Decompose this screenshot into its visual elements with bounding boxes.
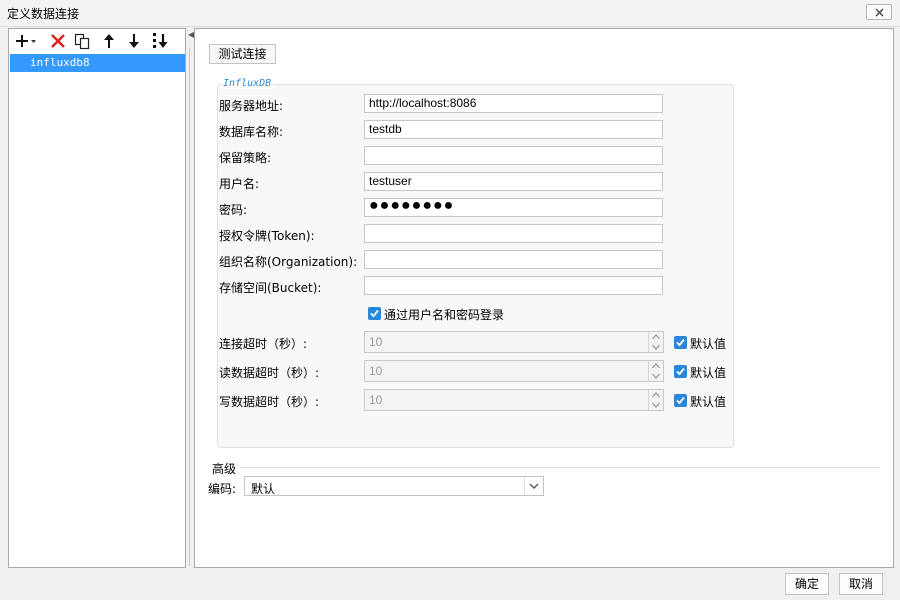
spinner-buttons: [648, 332, 663, 352]
chevron-down-icon: [529, 483, 539, 489]
server-label: 服务器地址:: [219, 99, 284, 113]
bucket-input[interactable]: [364, 276, 663, 295]
read-timeout-spinner[interactable]: 10: [364, 360, 664, 382]
checkmark-icon: [676, 338, 685, 347]
username-input[interactable]: testuser: [364, 172, 663, 191]
advanced-section-title: 高级: [212, 462, 237, 476]
cancel-button[interactable]: 取消: [839, 573, 883, 595]
encoding-value: 默认: [251, 482, 276, 496]
move-up-button[interactable]: [100, 32, 120, 50]
connect-timeout-label: 连接超时（秒）:: [219, 337, 308, 351]
write-default-checkbox[interactable]: [674, 394, 687, 407]
encoding-label: 编码:: [208, 482, 237, 496]
database-input[interactable]: testdb: [364, 120, 663, 139]
panel-splitter[interactable]: ◀: [186, 28, 194, 568]
spin-down-icon[interactable]: [652, 402, 660, 408]
connect-default-label: 默认值: [690, 337, 727, 351]
write-default-label: 默认值: [690, 395, 727, 409]
connect-default-checkbox[interactable]: [674, 336, 687, 349]
connect-timeout-value: 10: [369, 335, 383, 349]
token-label: 授权令牌(Token):: [219, 229, 315, 243]
spinner-buttons: [648, 390, 663, 410]
login-checkbox[interactable]: [368, 307, 381, 320]
connection-toolbar: [9, 29, 185, 53]
checkmark-icon: [676, 396, 685, 405]
database-label: 数据库名称:: [219, 125, 284, 139]
spin-down-icon[interactable]: [652, 344, 660, 350]
login-checkbox-label: 通过用户名和密码登录: [384, 308, 505, 322]
connection-list-panel: influxdb8: [8, 28, 186, 568]
dropdown-button[interactable]: [524, 477, 543, 495]
splitter-line: [189, 48, 190, 566]
close-button[interactable]: [866, 4, 892, 20]
move-up-icon: [104, 34, 114, 48]
server-input[interactable]: http://localhost:8086: [364, 94, 663, 113]
close-icon: [875, 8, 884, 17]
token-input[interactable]: [364, 224, 663, 243]
copy-connection-button[interactable]: [73, 32, 93, 50]
encoding-select[interactable]: 默认: [244, 476, 544, 496]
sort-icon: [153, 33, 168, 48]
list-item[interactable]: influxdb8: [10, 54, 185, 72]
username-label: 用户名:: [219, 177, 260, 191]
move-down-button[interactable]: [125, 32, 145, 50]
read-timeout-label: 读数据超时（秒）:: [219, 366, 320, 380]
group-title: InfluxDB: [221, 78, 274, 89]
read-timeout-value: 10: [369, 364, 383, 378]
retention-input[interactable]: [364, 146, 663, 165]
checkmark-icon: [676, 367, 685, 376]
connect-timeout-spinner[interactable]: 10: [364, 331, 664, 353]
spin-up-icon[interactable]: [652, 363, 660, 369]
password-input[interactable]: ●●●●●●●●: [364, 198, 663, 217]
copy-icon: [74, 33, 90, 50]
add-dropdown-icon: [16, 35, 36, 47]
title-bar: 定义数据连接: [0, 0, 900, 27]
bucket-label: 存储空间(Bucket):: [219, 281, 322, 295]
advanced-divider: [240, 467, 880, 468]
read-default-checkbox[interactable]: [674, 365, 687, 378]
window-title: 定义数据连接: [7, 7, 80, 21]
sort-button[interactable]: [151, 32, 171, 50]
delete-connection-button[interactable]: [49, 32, 69, 50]
add-connection-button[interactable]: [15, 32, 37, 50]
organization-label: 组织名称(Organization):: [219, 255, 358, 269]
connection-settings-panel: 测试连接 InfluxDB 服务器地址: http://localhost:80…: [194, 28, 894, 568]
retention-label: 保留策略:: [219, 151, 272, 165]
checkmark-icon: [370, 309, 379, 318]
spin-down-icon[interactable]: [652, 373, 660, 379]
test-connection-button[interactable]: 测试连接: [209, 44, 276, 64]
spin-up-icon[interactable]: [652, 334, 660, 340]
move-down-icon: [129, 34, 139, 48]
password-label: 密码:: [219, 203, 248, 217]
write-timeout-value: 10: [369, 393, 383, 407]
delete-icon: [51, 34, 65, 48]
write-timeout-spinner[interactable]: 10: [364, 389, 664, 411]
write-timeout-label: 写数据超时（秒）:: [219, 395, 320, 409]
read-default-label: 默认值: [690, 366, 727, 380]
spinner-buttons: [648, 361, 663, 381]
organization-input[interactable]: [364, 250, 663, 269]
spin-up-icon[interactable]: [652, 392, 660, 398]
ok-button[interactable]: 确定: [785, 573, 829, 595]
